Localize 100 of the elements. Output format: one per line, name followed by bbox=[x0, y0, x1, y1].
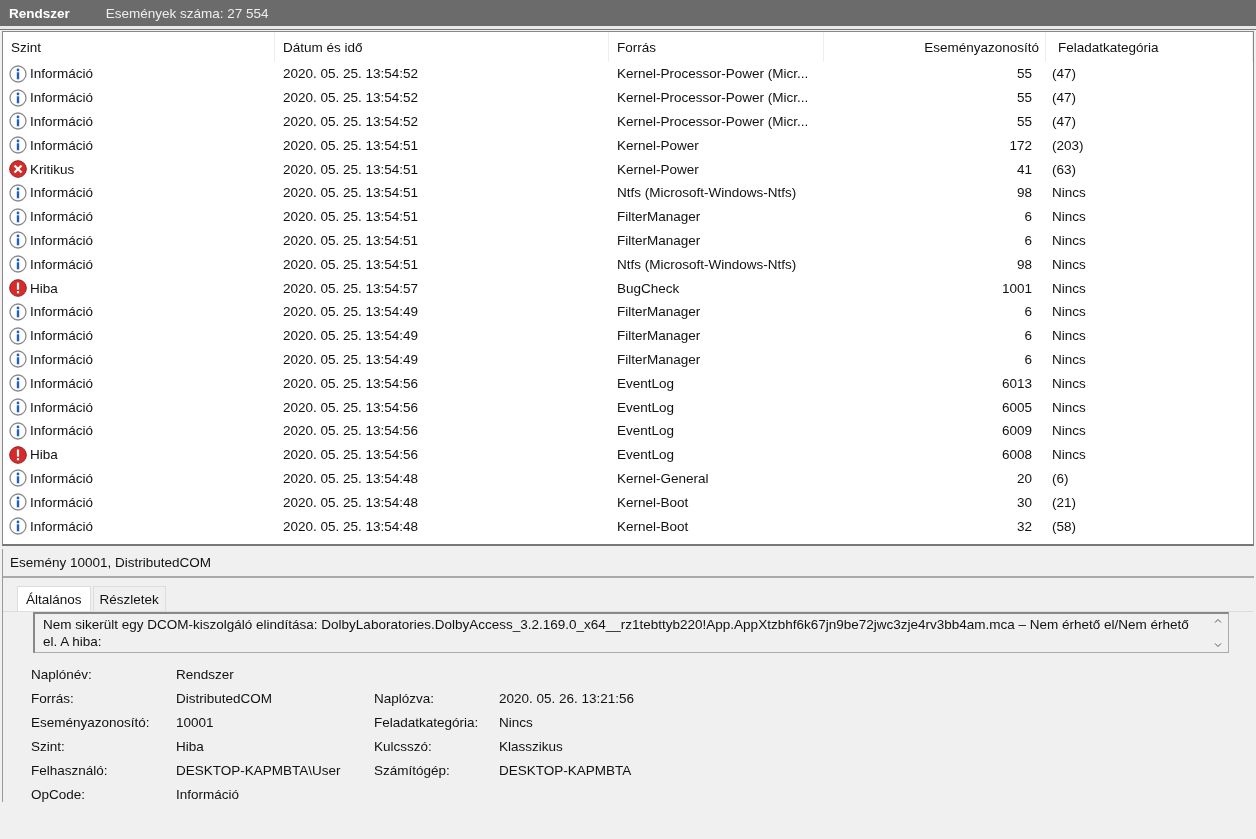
level-text: Információ bbox=[30, 137, 94, 153]
info-icon bbox=[9, 88, 27, 107]
info-icon bbox=[9, 64, 27, 83]
table-cell-text: (47) bbox=[1051, 114, 1077, 129]
scroll-down-icon[interactable] bbox=[1214, 643, 1222, 648]
column-header[interactable]: Forrás bbox=[609, 32, 824, 62]
table-cell-text: Kernel-Processor-Power (Micr... bbox=[616, 66, 810, 82]
tab[interactable]: Általános bbox=[17, 586, 91, 611]
info-icon bbox=[9, 326, 27, 345]
error-icon bbox=[9, 279, 27, 298]
table-cell-text: (203) bbox=[1051, 137, 1085, 153]
level-text: Információ bbox=[30, 494, 94, 510]
table-cell-text: 55 bbox=[1015, 114, 1033, 129]
table-cell-text: Kernel-Boot bbox=[616, 518, 690, 534]
table-cell-text: Nincs bbox=[1051, 280, 1087, 296]
info-icon bbox=[9, 421, 27, 440]
table-cell-text: (58) bbox=[1051, 518, 1077, 534]
table-cell-text: Kernel-Processor-Power (Micr... bbox=[616, 90, 810, 106]
table-cell-text: 6005 bbox=[1000, 399, 1033, 415]
table-cell-text: FilterManager bbox=[616, 328, 702, 344]
level-text: Információ bbox=[30, 209, 94, 225]
table-cell-text: 2020. 05. 25. 13:54:52 bbox=[282, 114, 420, 129]
table-cell-text: Nincs bbox=[1051, 423, 1087, 439]
field-label: Szint: bbox=[31, 739, 66, 754]
level-text: Információ bbox=[30, 328, 94, 344]
table-cell-text: 2020. 05. 25. 13:54:51 bbox=[282, 161, 420, 177]
table-cell-text: 2020. 05. 25. 13:54:49 bbox=[282, 304, 420, 320]
table-cell-text: Nincs bbox=[1051, 209, 1087, 225]
table-cell-text: Nincs bbox=[1051, 185, 1087, 201]
field-label: Forrás: bbox=[31, 691, 75, 706]
level-text: Információ bbox=[30, 470, 94, 486]
table-cell-text: (63) bbox=[1051, 161, 1077, 177]
field-value: DistributedCOM bbox=[176, 691, 274, 706]
log-title: Rendszer bbox=[9, 5, 70, 21]
table-cell-text: FilterManager bbox=[616, 232, 702, 248]
level-text: Információ bbox=[30, 114, 94, 129]
level-text: Információ bbox=[30, 256, 94, 272]
field-label: Kulcsszó: bbox=[374, 739, 433, 754]
table-cell-text: 98 bbox=[1015, 185, 1033, 201]
field-value: 2020. 05. 26. 13:21:56 bbox=[499, 691, 636, 706]
field-label: Eseményazonosító: bbox=[31, 715, 151, 730]
table-cell-text: Nincs bbox=[1051, 328, 1087, 344]
table-cell-text: 6 bbox=[1023, 232, 1033, 248]
field-label: OpCode: bbox=[31, 787, 87, 802]
info-icon bbox=[9, 374, 27, 393]
info-icon bbox=[9, 183, 27, 202]
table-cell-text: 2020. 05. 25. 13:54:51 bbox=[282, 232, 420, 248]
table-cell-text: 6013 bbox=[1000, 375, 1033, 391]
table-cell-text: (47) bbox=[1051, 66, 1077, 82]
table-cell-text: BugCheck bbox=[616, 280, 681, 296]
field-value: Hiba bbox=[176, 739, 205, 754]
level-text: Információ bbox=[30, 423, 94, 439]
table-cell-text: Kernel-Power bbox=[616, 137, 700, 153]
table-cell-text: 2020. 05. 25. 13:54:48 bbox=[282, 518, 420, 534]
info-icon bbox=[9, 398, 27, 417]
table-cell-text: 2020. 05. 25. 13:54:49 bbox=[282, 328, 420, 344]
field-value: Klasszikus bbox=[499, 739, 564, 754]
critical-error-icon bbox=[9, 160, 27, 179]
table-cell-text: Kernel-Boot bbox=[616, 494, 690, 510]
table-cell-text: 2020. 05. 25. 13:54:57 bbox=[282, 280, 420, 296]
column-header[interactable]: Szint bbox=[3, 32, 275, 62]
level-text: Információ bbox=[30, 351, 94, 367]
info-icon bbox=[9, 255, 27, 274]
column-header[interactable]: Dátum és idő bbox=[275, 32, 609, 62]
column-header[interactable]: Feladatkategória bbox=[1046, 32, 1253, 62]
table-cell-text: 6 bbox=[1023, 351, 1033, 367]
table-cell-text: 55 bbox=[1015, 66, 1033, 82]
level-text: Információ bbox=[30, 90, 94, 106]
scroll-up-icon[interactable] bbox=[1214, 618, 1222, 623]
table-cell-text: 55 bbox=[1015, 90, 1033, 106]
field-value: 10001 bbox=[176, 715, 215, 730]
field-value: Nincs bbox=[499, 715, 534, 730]
column-header[interactable]: Eseményazonosító bbox=[824, 32, 1046, 62]
info-icon bbox=[9, 136, 27, 155]
level-text: Információ bbox=[30, 399, 94, 415]
field-label: Naplónév: bbox=[31, 667, 93, 682]
table-cell-text: Nincs bbox=[1051, 232, 1087, 248]
table-cell-text: (21) bbox=[1051, 494, 1077, 510]
table-cell-text: EventLog bbox=[616, 423, 676, 439]
info-icon bbox=[9, 302, 27, 321]
info-icon bbox=[9, 469, 27, 488]
table-cell-text: 6 bbox=[1023, 209, 1033, 225]
table-cell-text: 2020. 05. 25. 13:54:51 bbox=[282, 256, 420, 272]
table-cell-text: 172 bbox=[1008, 137, 1033, 153]
message-box[interactable]: Nem sikerült egy DCOM-kiszolgáló elindítása: DolbyLaboratories.DolbyAccess_3.2.169.0_x64__rz1tebttyb220!App.AppXtzbhf6k67jn9be72jwc3zje4rv3bb4am.mca – Nem érhető el/Nem érhető el. A hiba: bbox=[33, 612, 1229, 653]
table-cell-text: 2020. 05. 25. 13:54:56 bbox=[282, 447, 420, 463]
table-cell-text: 2020. 05. 25. 13:54:56 bbox=[282, 423, 420, 439]
table-cell-text: 2020. 05. 25. 13:54:49 bbox=[282, 351, 420, 367]
info-icon bbox=[9, 207, 27, 226]
table-cell-text: 2020. 05. 25. 13:54:48 bbox=[282, 494, 420, 510]
level-text: Információ bbox=[30, 375, 94, 391]
table-cell-text: 2020. 05. 25. 13:54:48 bbox=[282, 470, 420, 486]
tab[interactable]: Részletek bbox=[92, 586, 166, 611]
table-cell-text: Kernel-Processor-Power (Micr... bbox=[616, 114, 810, 129]
table-cell-text: EventLog bbox=[616, 447, 676, 463]
level-text: Információ bbox=[30, 232, 94, 248]
table-cell-text: (47) bbox=[1051, 90, 1077, 106]
table-cell-text: 1001 bbox=[1000, 280, 1033, 296]
table-cell-text: EventLog bbox=[616, 399, 676, 415]
field-label: Felhasználó: bbox=[31, 763, 109, 778]
